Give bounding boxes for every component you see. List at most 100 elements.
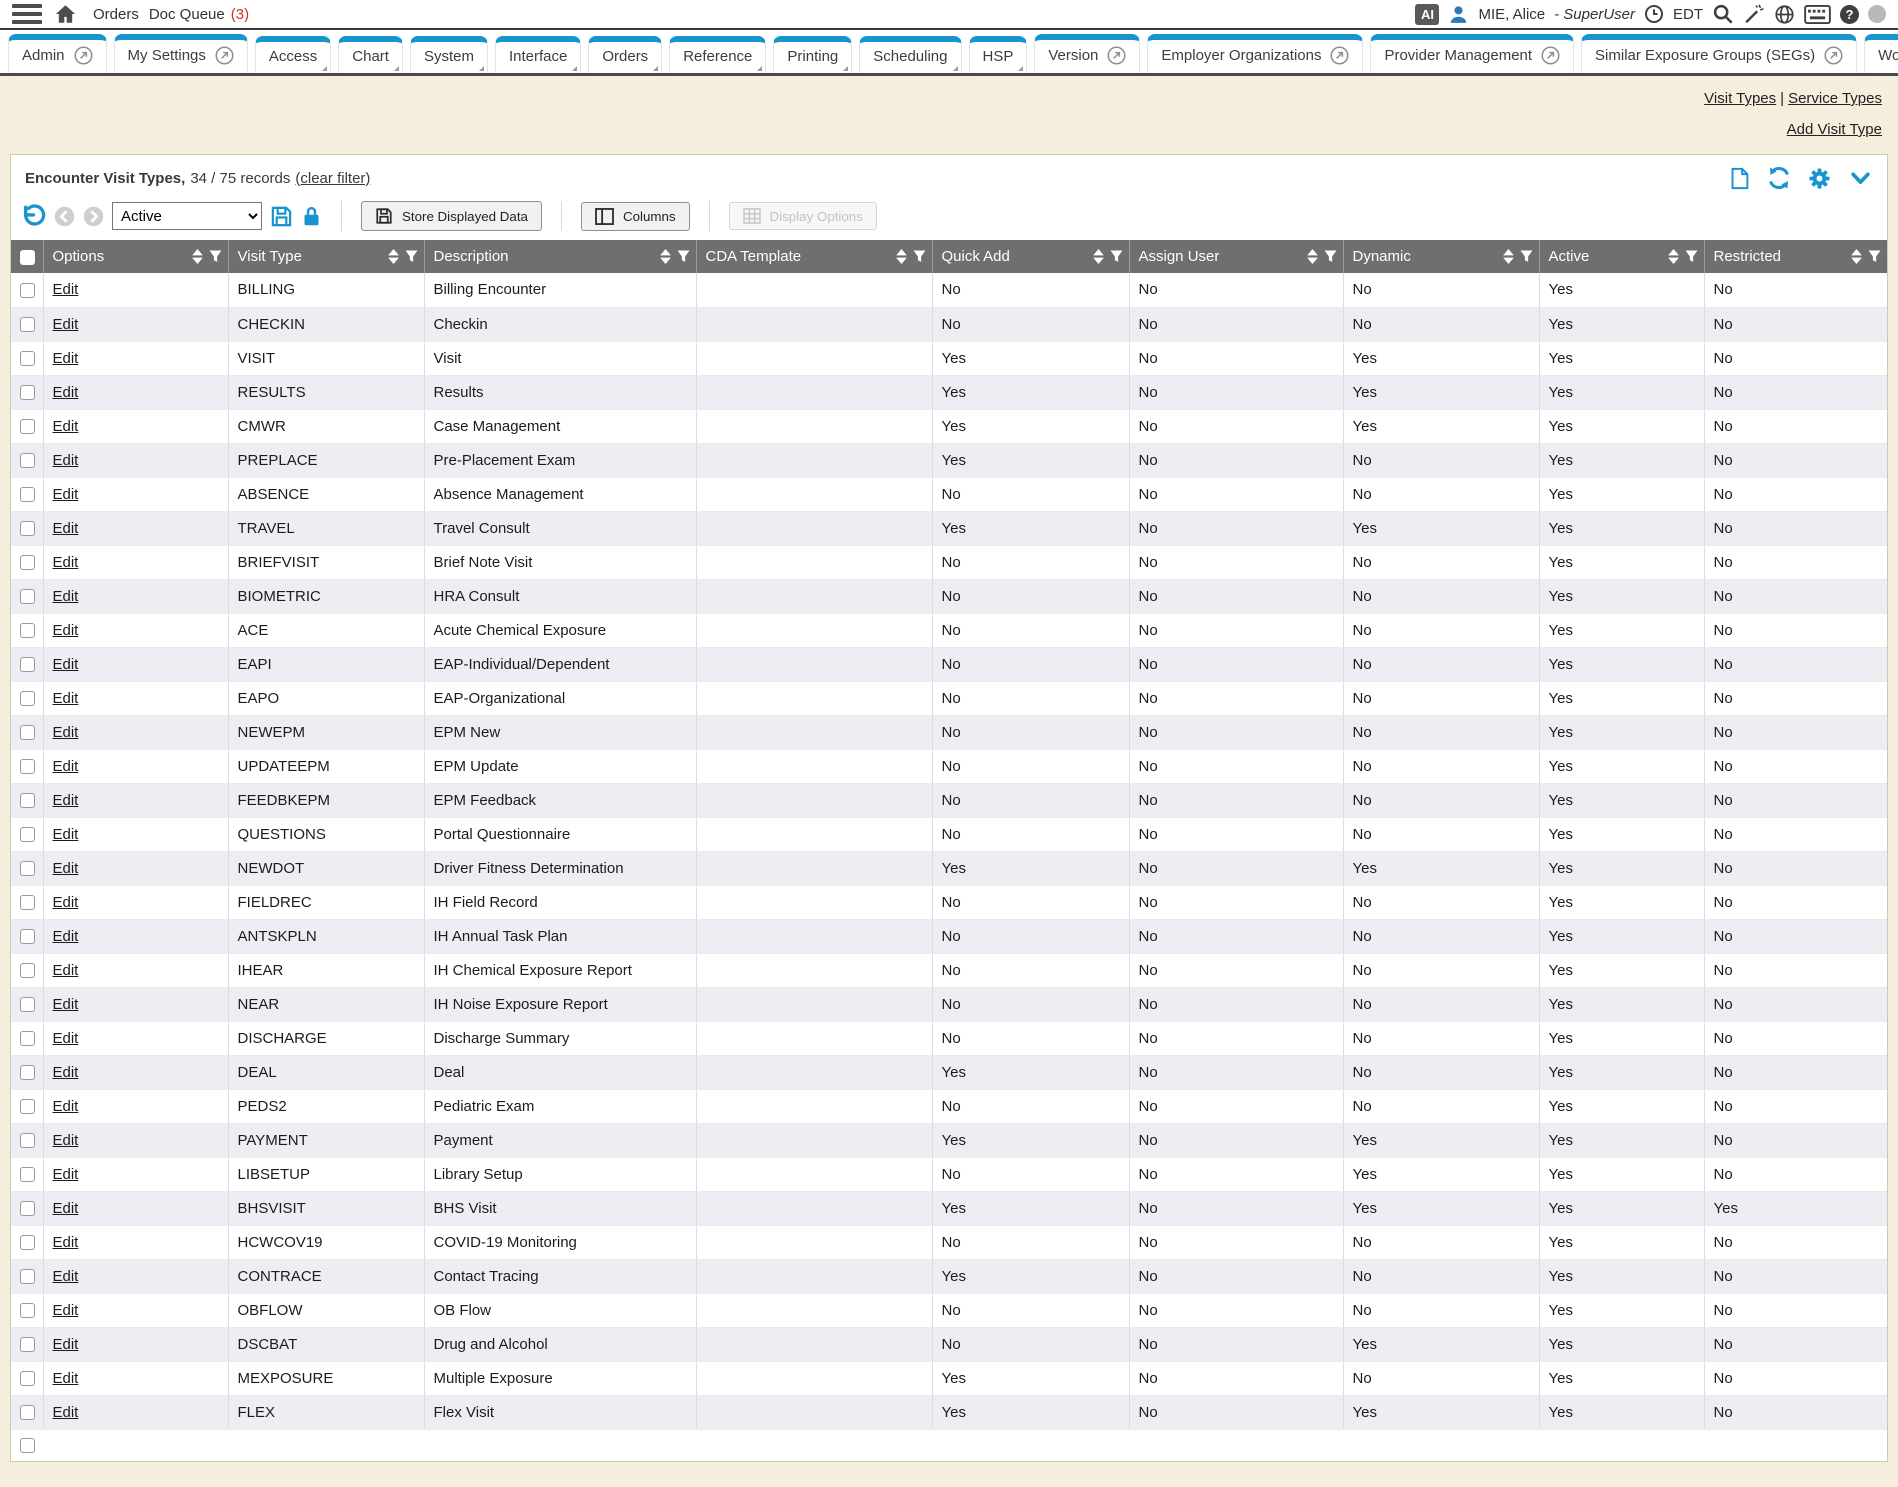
- row-checkbox[interactable]: [20, 1099, 35, 1114]
- tab-provider-management[interactable]: Provider Management: [1370, 34, 1574, 73]
- edit-link[interactable]: Edit: [53, 826, 79, 843]
- tab-work-locations[interactable]: Work Locations: [1864, 34, 1898, 73]
- sort-icon[interactable]: [1307, 249, 1318, 264]
- breadcrumb-doc-queue[interactable]: Doc Queue: [149, 6, 225, 23]
- column-header-options[interactable]: Options: [43, 240, 228, 273]
- select-all-header[interactable]: [11, 240, 43, 273]
- edit-link[interactable]: Edit: [53, 1268, 79, 1285]
- edit-link[interactable]: Edit: [53, 894, 79, 911]
- columns-button[interactable]: Columns: [581, 202, 690, 231]
- row-checkbox[interactable]: [20, 1269, 35, 1284]
- column-header-description[interactable]: Description: [424, 240, 696, 273]
- row-checkbox[interactable]: [20, 725, 35, 740]
- sort-icon[interactable]: [1503, 249, 1514, 264]
- keyboard-icon[interactable]: [1804, 5, 1831, 24]
- settings-gear-icon[interactable]: [1808, 167, 1831, 190]
- search-icon[interactable]: [1712, 3, 1734, 25]
- filter-funnel-icon[interactable]: [1324, 250, 1337, 263]
- row-checkbox[interactable]: [20, 1303, 35, 1318]
- help-icon[interactable]: ?: [1840, 5, 1859, 24]
- edit-link[interactable]: Edit: [53, 316, 79, 333]
- sort-icon[interactable]: [192, 249, 203, 264]
- menu-icon[interactable]: [12, 4, 42, 24]
- edit-link[interactable]: Edit: [53, 690, 79, 707]
- edit-link[interactable]: Edit: [53, 281, 79, 298]
- tab-interface[interactable]: Interface: [495, 36, 581, 73]
- filter-funnel-icon[interactable]: [677, 250, 690, 263]
- row-checkbox[interactable]: [20, 929, 35, 944]
- sort-icon[interactable]: [1851, 249, 1862, 264]
- row-checkbox[interactable]: [20, 385, 35, 400]
- row-checkbox[interactable]: [20, 793, 35, 808]
- lock-icon[interactable]: [301, 205, 322, 228]
- edit-link[interactable]: Edit: [53, 1064, 79, 1081]
- edit-link[interactable]: Edit: [53, 996, 79, 1013]
- edit-link[interactable]: Edit: [53, 486, 79, 503]
- column-header-dynamic[interactable]: Dynamic: [1343, 240, 1539, 273]
- row-checkbox[interactable]: [20, 963, 35, 978]
- undo-icon[interactable]: [21, 204, 46, 229]
- previous-page-icon[interactable]: [54, 206, 75, 227]
- column-header-restricted[interactable]: Restricted: [1704, 240, 1887, 273]
- row-checkbox[interactable]: [20, 419, 35, 434]
- footer-checkbox[interactable]: [20, 1438, 35, 1453]
- sort-icon[interactable]: [896, 249, 907, 264]
- clear-filter-link[interactable]: (clear filter): [295, 170, 370, 187]
- row-checkbox[interactable]: [20, 1031, 35, 1046]
- edit-link[interactable]: Edit: [53, 350, 79, 367]
- new-document-icon[interactable]: [1729, 167, 1750, 190]
- service-types-link[interactable]: Service Types: [1788, 90, 1882, 107]
- edit-link[interactable]: Edit: [53, 520, 79, 537]
- column-header-quick-add[interactable]: Quick Add: [932, 240, 1129, 273]
- edit-link[interactable]: Edit: [53, 1404, 79, 1421]
- tab-scheduling[interactable]: Scheduling: [859, 36, 961, 73]
- edit-link[interactable]: Edit: [53, 860, 79, 877]
- sort-icon[interactable]: [660, 249, 671, 264]
- visit-types-link[interactable]: Visit Types: [1704, 90, 1776, 107]
- edit-link[interactable]: Edit: [53, 928, 79, 945]
- tab-reference[interactable]: Reference: [669, 36, 766, 73]
- save-filter-icon[interactable]: [270, 205, 293, 228]
- filter-funnel-icon[interactable]: [209, 250, 222, 263]
- edit-link[interactable]: Edit: [53, 1200, 79, 1217]
- tab-printing[interactable]: Printing: [773, 36, 852, 73]
- row-checkbox[interactable]: [20, 1201, 35, 1216]
- row-checkbox[interactable]: [20, 555, 35, 570]
- edit-link[interactable]: Edit: [53, 622, 79, 639]
- row-checkbox[interactable]: [20, 895, 35, 910]
- row-checkbox[interactable]: [20, 691, 35, 706]
- column-header-visit-type[interactable]: Visit Type: [228, 240, 424, 273]
- breadcrumb-orders[interactable]: Orders: [93, 6, 139, 23]
- display-options-button[interactable]: Display Options: [729, 202, 877, 230]
- row-checkbox[interactable]: [20, 453, 35, 468]
- edit-link[interactable]: Edit: [53, 1166, 79, 1183]
- edit-link[interactable]: Edit: [53, 724, 79, 741]
- edit-link[interactable]: Edit: [53, 792, 79, 809]
- edit-link[interactable]: Edit: [53, 1370, 79, 1387]
- tab-version[interactable]: Version: [1034, 34, 1140, 73]
- row-checkbox[interactable]: [20, 861, 35, 876]
- edit-link[interactable]: Edit: [53, 1030, 79, 1047]
- tab-system[interactable]: System: [410, 36, 488, 73]
- edit-link[interactable]: Edit: [53, 1234, 79, 1251]
- edit-link[interactable]: Edit: [53, 656, 79, 673]
- edit-link[interactable]: Edit: [53, 758, 79, 775]
- edit-link[interactable]: Edit: [53, 384, 79, 401]
- collapse-chevron-icon[interactable]: [1848, 167, 1873, 189]
- row-checkbox[interactable]: [20, 589, 35, 604]
- row-checkbox[interactable]: [20, 1371, 35, 1386]
- wand-icon[interactable]: [1743, 3, 1765, 25]
- row-checkbox[interactable]: [20, 657, 35, 672]
- globe-icon[interactable]: [1774, 4, 1795, 25]
- row-checkbox[interactable]: [20, 351, 35, 366]
- row-checkbox[interactable]: [20, 1133, 35, 1148]
- edit-link[interactable]: Edit: [53, 418, 79, 435]
- tab-my-settings[interactable]: My Settings: [114, 34, 248, 73]
- edit-link[interactable]: Edit: [53, 452, 79, 469]
- row-checkbox[interactable]: [20, 623, 35, 638]
- tab-chart[interactable]: Chart: [338, 36, 403, 73]
- column-header-cda-template[interactable]: CDA Template: [696, 240, 932, 273]
- sort-icon[interactable]: [1093, 249, 1104, 264]
- tab-similar-exposure-groups-segs[interactable]: Similar Exposure Groups (SEGs): [1581, 34, 1857, 73]
- edit-link[interactable]: Edit: [53, 1302, 79, 1319]
